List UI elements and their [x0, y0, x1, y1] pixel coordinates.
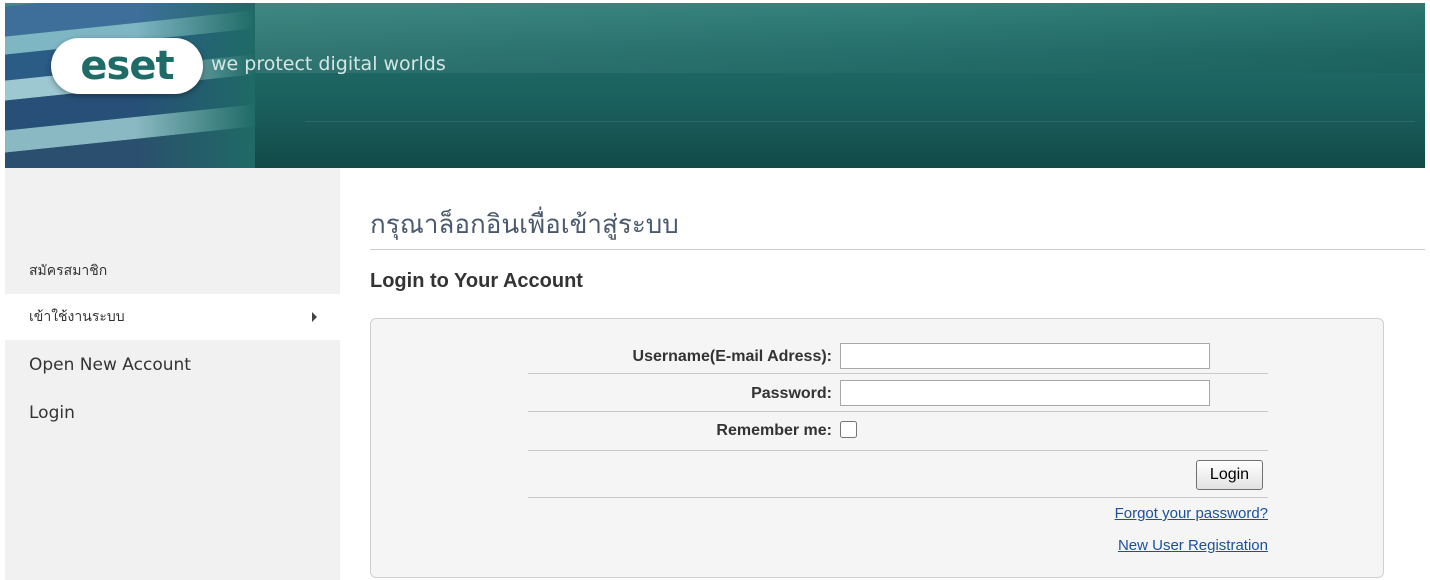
header-divider	[305, 121, 1415, 122]
sidebar-item-login-thai[interactable]: เข้าใช้งานระบบ	[5, 294, 340, 340]
forgot-password-link[interactable]: Forgot your password?	[1115, 505, 1268, 522]
remember-me-label: Remember me:	[716, 422, 832, 439]
login-button[interactable]: Login	[1196, 460, 1263, 490]
title-divider	[370, 249, 1425, 250]
eset-logo[interactable]: eset	[51, 38, 203, 94]
row-divider	[528, 497, 1268, 498]
password-input[interactable]	[840, 380, 1210, 406]
sidebar-item-label: Open New Account	[29, 355, 191, 375]
row-divider	[528, 373, 1268, 374]
header-slogan: we protect digital worlds	[211, 53, 446, 75]
sidebar-item-label: สมัครสมาชิก	[29, 263, 108, 279]
username-input[interactable]	[840, 343, 1210, 369]
sidebar-item-open-new-account[interactable]: Open New Account	[5, 342, 340, 388]
header-banner: eset we protect digital worlds	[5, 3, 1425, 168]
sidebar: สมัครสมาชิก เข้าใช้งานระบบ Open New Acco…	[5, 168, 340, 580]
sidebar-item-label: เข้าใช้งานระบบ	[29, 309, 125, 325]
row-divider	[528, 450, 1268, 451]
triangle-right-icon	[312, 312, 317, 322]
sidebar-item-label: Login	[29, 403, 75, 423]
sidebar-item-register-thai[interactable]: สมัครสมาชิก	[5, 248, 340, 294]
logo-text: eset	[80, 43, 174, 89]
sidebar-item-login[interactable]: Login	[5, 390, 340, 436]
new-user-registration-link[interactable]: New User Registration	[1118, 537, 1268, 554]
remember-me-checkbox[interactable]	[840, 421, 857, 438]
username-label: Username(E-mail Adress):	[632, 348, 832, 365]
password-label: Password:	[751, 385, 832, 402]
page-title: กรุณาล็อกอินเพื่อเข้าสู่ระบบ	[370, 210, 679, 240]
section-title: Login to Your Account	[370, 270, 583, 292]
row-divider	[528, 411, 1268, 412]
